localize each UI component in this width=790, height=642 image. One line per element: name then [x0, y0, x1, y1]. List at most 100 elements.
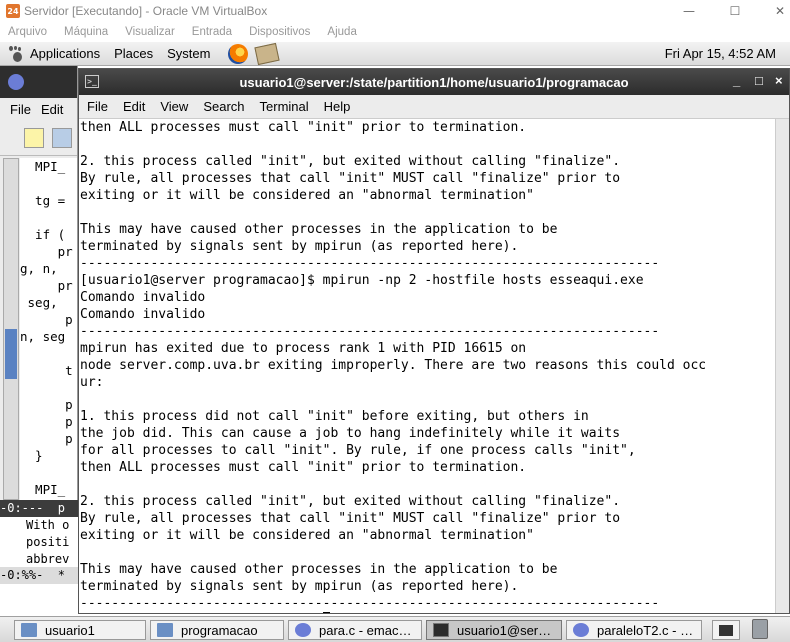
menu-dispositivos[interactable]: Dispositivos — [249, 26, 310, 38]
terminal-output-line: terminated by signals sent by mpirun (as… — [80, 239, 519, 254]
terminal-menu-help[interactable]: Help — [324, 99, 351, 114]
terminal-menu-terminal[interactable]: Terminal — [260, 99, 309, 114]
gnome-foot-icon[interactable] — [8, 45, 24, 62]
terminal-close-button[interactable]: × — [775, 73, 783, 88]
folder-icon — [157, 623, 173, 637]
panel-clock[interactable]: Fri Apr 15, 4:52 AM — [665, 46, 776, 61]
taskbar-item-programacao[interactable]: programacao — [150, 620, 284, 640]
show-desktop-button[interactable] — [712, 620, 740, 640]
taskbar-item-terminal[interactable]: usuario1@ser… — [426, 620, 562, 640]
maximize-button[interactable]: ☐ — [712, 0, 758, 22]
terminal-output-line: mpirun has exited due to process rank 1 … — [80, 341, 527, 356]
emacs-minibuffer[interactable] — [0, 584, 78, 614]
new-file-icon[interactable] — [24, 127, 44, 148]
emacs-echo-area: With o positi abbrev — [0, 517, 78, 567]
terminal-output-line: [usuario1@server programacao]$ mpirun -n… — [80, 273, 644, 288]
terminal-output-line: the job did. This can cause a job to han… — [80, 426, 621, 441]
emacs-code-line: MPI_ — [20, 159, 66, 174]
taskbar-item-label: usuario1 — [45, 622, 95, 638]
taskbar-item-label: para.c - emac… — [319, 622, 412, 638]
terminal-titlebar: >_ usuario1@server:/state/partition1/hom… — [79, 69, 789, 95]
taskbar-item-usuario1[interactable]: usuario1 — [14, 620, 146, 640]
menu-ajuda[interactable]: Ajuda — [327, 26, 356, 38]
emacs-code-line: t — [20, 363, 73, 378]
close-button[interactable]: ✕ — [757, 0, 790, 22]
menu-visualizar[interactable]: Visualizar — [125, 26, 175, 38]
emacs-titlebar — [0, 66, 77, 98]
terminal-output-line: then ALL processes must call "init" prio… — [80, 120, 527, 135]
window-title: Servidor [Executando] - Oracle VM Virtua… — [24, 4, 268, 18]
emacs-code-line: pr — [20, 244, 73, 259]
emacs-code-line: p — [20, 397, 73, 412]
terminal-prompt-line: [usuario1@server programacao]$ — [80, 612, 775, 613]
applications-menu[interactable]: Applications — [30, 46, 100, 61]
taskbar-item-paraleloT2-c[interactable]: paraleloT2.c - … — [566, 620, 702, 640]
terminal-output-line: ----------------------------------------… — [80, 596, 660, 611]
emacs-echo-line: With o — [26, 518, 70, 532]
emacs-code-line: p — [20, 312, 73, 327]
menu-entrada[interactable]: Entrada — [192, 26, 232, 38]
emacs-scrollbar[interactable] — [3, 158, 19, 500]
terminal-menu-edit[interactable]: Edit — [123, 99, 145, 114]
emacs-code-line: p — [20, 431, 73, 446]
menu-arquivo[interactable]: Arquivo — [8, 26, 47, 38]
emacs-menubar: File Edit — [0, 98, 77, 120]
terminal-output-line: Comando invalido — [80, 290, 206, 305]
virtualbox-titlebar: 24 Servidor [Executando] - Oracle VM Vir… — [0, 0, 790, 22]
terminal-menubar: File Edit View Search Terminal Help — [79, 95, 789, 119]
emacs-code-line: g, n, — [20, 261, 66, 276]
places-menu[interactable]: Places — [114, 46, 153, 61]
terminal-output-line: terminated by signals sent by mpirun (as… — [80, 579, 519, 594]
terminal-output-line: By rule, all processes that call "init" … — [80, 511, 621, 526]
emacs-buffer-text[interactable]: MPI_ tg = if ( pr g, n, pr seg, p n, seg t… — [20, 158, 77, 508]
emacs-modeline: -0:--- p — [0, 500, 78, 517]
gnome-top-panel: Applications Places System Fri Apr 15, 4… — [0, 42, 790, 66]
terminal-scrollbar[interactable] — [775, 119, 789, 613]
terminal-output-line: ----------------------------------------… — [80, 324, 660, 339]
terminal-minimize-button[interactable]: _ — [733, 73, 740, 88]
system-menu[interactable]: System — [167, 46, 210, 61]
minimize-button[interactable]: — — [666, 0, 712, 22]
emacs-modeline-secondary: -0:%%- * — [0, 567, 78, 584]
terminal-output-line: ur: — [80, 375, 104, 390]
terminal-icon — [433, 623, 449, 637]
taskbar-item-para-c[interactable]: para.c - emac… — [288, 620, 422, 640]
terminal-menu-search[interactable]: Search — [203, 99, 244, 114]
terminal-menu-file[interactable]: File — [87, 99, 108, 114]
emacs-icon — [8, 74, 24, 90]
virtualbox-menubar: Arquivo Máquina Visualizar Entrada Dispo… — [0, 22, 790, 42]
terminal-output-line: node server.comp.uva.br exiting improper… — [80, 358, 707, 373]
terminal-output-line: This may have caused other processes in … — [80, 222, 558, 237]
emacs-code-line: pr — [20, 278, 73, 293]
trash-icon[interactable] — [752, 619, 768, 639]
emacs-window[interactable]: File Edit MPI_ tg = if ( pr g, n, pr seg,… — [0, 66, 78, 614]
bottom-taskbar: usuario1 programacao para.c - emac… usua… — [0, 616, 790, 642]
terminal-window[interactable]: >_ usuario1@server:/state/partition1/hom… — [78, 68, 790, 614]
emacs-menu-file[interactable]: File — [10, 102, 31, 117]
folder-icon — [21, 623, 37, 637]
menu-maquina[interactable]: Máquina — [64, 26, 108, 38]
open-folder-icon[interactable] — [52, 127, 72, 148]
emacs-code-line: if ( — [20, 227, 66, 242]
emacs-code-line: p — [20, 414, 73, 429]
emacs-menu-edit[interactable]: Edit — [41, 102, 63, 117]
taskbar-item-label: programacao — [181, 622, 258, 638]
virtualbox-icon: 24 — [6, 4, 20, 18]
emacs-code-line: } — [20, 448, 43, 463]
firefox-icon[interactable] — [228, 43, 249, 64]
emacs-code-line: tg = — [20, 193, 66, 208]
mail-icon[interactable] — [254, 42, 281, 65]
terminal-output[interactable]: then ALL processes must call "init" prio… — [79, 119, 775, 613]
terminal-maximize-button[interactable]: □ — [755, 73, 763, 88]
emacs-code-line — [20, 209, 77, 226]
emacs-code-line — [20, 464, 77, 481]
taskbar-item-label: usuario1@ser… — [457, 622, 552, 638]
emacs-code-line — [20, 345, 77, 362]
terminal-cursor — [322, 612, 330, 613]
terminal-icon: >_ — [85, 75, 99, 88]
terminal-menu-view[interactable]: View — [160, 99, 188, 114]
